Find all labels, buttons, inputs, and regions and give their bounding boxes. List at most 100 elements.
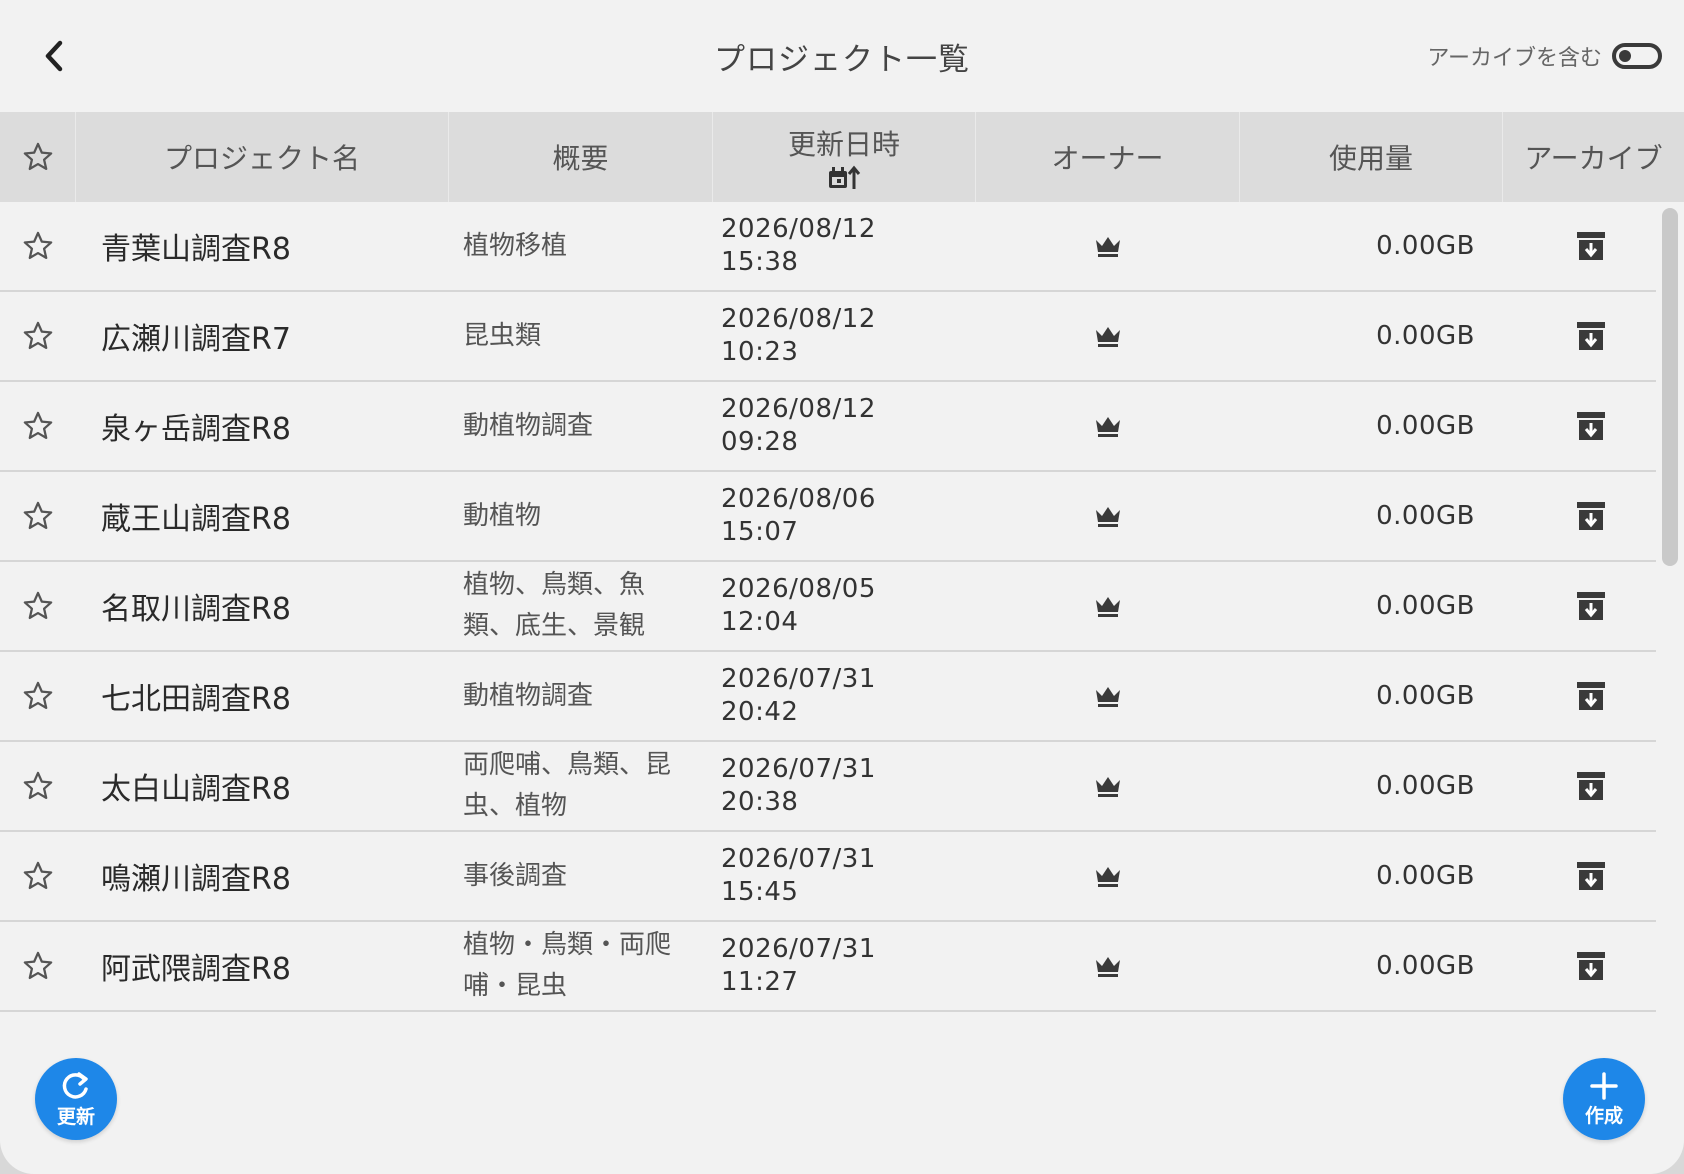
crown-icon [1096, 777, 1120, 797]
plus-icon [1590, 1071, 1618, 1100]
star-outline-icon [23, 681, 53, 710]
project-description: 動植物調査 [463, 410, 594, 441]
column-header-usage[interactable]: 使用量 [1240, 112, 1503, 202]
updated-time: 10:23 [721, 337, 799, 367]
updated-datetime: 2026/08/06 15:07 [713, 471, 976, 561]
column-header-date[interactable]: 更新日時 [713, 112, 976, 202]
updated-date: 2026/08/05 [721, 574, 876, 604]
column-header-date-label: 更新日時 [787, 128, 900, 161]
archive-box-icon [1576, 322, 1605, 350]
star-outline-icon [23, 861, 53, 890]
owner-indicator [976, 921, 1240, 1011]
project-name[interactable]: 蔵王山調査R8 [76, 471, 449, 561]
archive-button[interactable] [1503, 741, 1656, 831]
column-header-archive[interactable]: アーカイブ [1503, 112, 1684, 202]
archive-button[interactable] [1503, 561, 1656, 651]
project-name[interactable]: 青葉山調査R8 [76, 202, 449, 291]
updated-date: 2026/07/31 [721, 844, 876, 874]
updated-datetime: 2026/07/31 15:45 [713, 831, 976, 921]
table-row[interactable]: 七北田調査R8 動植物調査 2026/07/31 20:42 0.00GB [0, 652, 1656, 742]
updated-date: 2026/07/31 [721, 664, 876, 694]
crown-icon [1096, 507, 1120, 527]
project-name[interactable]: 阿武隈調査R8 [76, 921, 449, 1011]
table-row[interactable]: 阿武隈調査R8 植物・鳥類・両爬哺・昆虫 2026/07/31 11:27 0.00GB [0, 922, 1656, 1012]
table-row[interactable]: 蔵王山調査R8 動植物 2026/08/06 15:07 0.00GB [0, 472, 1656, 562]
storage-usage: 0.00GB [1376, 951, 1475, 981]
archive-box-icon [1576, 232, 1605, 260]
storage-usage: 0.00GB [1376, 771, 1475, 801]
storage-usage: 0.00GB [1376, 411, 1475, 441]
storage-usage: 0.00GB [1376, 681, 1475, 711]
updated-time: 15:38 [721, 247, 799, 277]
project-description: 植物移植 [463, 230, 568, 261]
favorite-star-button[interactable] [0, 291, 76, 381]
archive-toggle[interactable] [1612, 43, 1662, 69]
table-row[interactable]: 鳴瀬川調査R8 事後調査 2026/07/31 15:45 0.00GB [0, 832, 1656, 922]
crown-icon [1096, 687, 1120, 707]
favorite-column-header[interactable] [0, 112, 76, 202]
updated-time: 12:04 [721, 607, 799, 637]
updated-datetime: 2026/07/31 20:38 [713, 741, 976, 831]
archive-toggle-label: アーカイブを含む [1427, 46, 1602, 71]
column-header-owner[interactable]: オーナー [976, 112, 1240, 202]
project-description: 動植物 [463, 500, 542, 531]
archive-toggle-group: アーカイブを含む [1427, 38, 1662, 74]
project-name[interactable]: 鳴瀬川調査R8 [76, 831, 449, 921]
table-row[interactable]: 広瀬川調査R7 昆虫類 2026/08/12 10:23 0.00GB [0, 292, 1656, 382]
owner-indicator [976, 651, 1240, 741]
archive-button[interactable] [1503, 471, 1656, 561]
crown-icon [1096, 417, 1120, 437]
project-description: 植物、鳥類、魚類、底生、景観 [463, 570, 646, 641]
owner-indicator [976, 471, 1240, 561]
favorite-star-button[interactable] [0, 202, 76, 291]
refresh-button[interactable]: 更新 [35, 1058, 117, 1140]
favorite-star-button[interactable] [0, 381, 76, 471]
favorite-star-button[interactable] [0, 831, 76, 921]
crown-icon [1096, 327, 1120, 347]
archive-box-icon [1576, 682, 1605, 710]
archive-button[interactable] [1503, 202, 1656, 291]
archive-button[interactable] [1503, 831, 1656, 921]
favorite-star-button[interactable] [0, 921, 76, 1011]
archive-box-icon [1576, 772, 1605, 800]
table-row[interactable]: 青葉山調査R8 植物移植 2026/08/12 15:38 0.00GB [0, 202, 1656, 292]
top-bar: プロジェクト一覧 アーカイブを含む [0, 0, 1684, 112]
project-description: 動植物調査 [463, 680, 594, 711]
updated-datetime: 2026/08/05 12:04 [713, 561, 976, 651]
updated-date: 2026/08/12 [721, 304, 876, 334]
storage-usage: 0.00GB [1376, 861, 1475, 891]
vertical-scrollbar[interactable] [1662, 208, 1678, 566]
favorite-star-button[interactable] [0, 651, 76, 741]
create-button[interactable]: 作成 [1563, 1058, 1645, 1140]
updated-datetime: 2026/07/31 11:27 [713, 921, 976, 1011]
updated-date: 2026/08/06 [721, 484, 876, 514]
project-name[interactable]: 七北田調査R8 [76, 651, 449, 741]
project-name[interactable]: 名取川調査R8 [76, 561, 449, 651]
table-row[interactable]: 泉ヶ岳調査R8 動植物調査 2026/08/12 09:28 0.00GB [0, 382, 1656, 472]
archive-button[interactable] [1503, 921, 1656, 1011]
updated-time: 09:28 [721, 427, 799, 457]
column-header-name[interactable]: プロジェクト名 [76, 112, 449, 202]
archive-box-icon [1576, 952, 1605, 980]
project-name[interactable]: 太白山調査R8 [76, 741, 449, 831]
updated-datetime: 2026/08/12 10:23 [713, 291, 976, 381]
star-outline-icon [23, 321, 53, 350]
owner-indicator [976, 291, 1240, 381]
archive-button[interactable] [1503, 381, 1656, 471]
archive-button[interactable] [1503, 651, 1656, 741]
favorite-star-button[interactable] [0, 471, 76, 561]
favorite-star-button[interactable] [0, 561, 76, 651]
project-name[interactable]: 広瀬川調査R7 [76, 291, 449, 381]
column-header-desc[interactable]: 概要 [449, 112, 713, 202]
table-row[interactable]: 太白山調査R8 両爬哺、鳥類、昆虫、植物 2026/07/31 20:38 0.00GB [0, 742, 1656, 832]
project-name[interactable]: 泉ヶ岳調査R8 [76, 381, 449, 471]
favorite-star-button[interactable] [0, 741, 76, 831]
updated-date: 2026/08/12 [721, 214, 876, 244]
project-description: 植物・鳥類・両爬哺・昆虫 [463, 930, 672, 1001]
updated-time: 15:45 [721, 877, 799, 907]
archive-button[interactable] [1503, 291, 1656, 381]
table-row[interactable]: 名取川調査R8 植物、鳥類、魚類、底生、景観 2026/08/05 12:04 0.00… [0, 562, 1656, 652]
project-description: 事後調査 [463, 860, 568, 891]
star-outline-icon [23, 951, 53, 980]
owner-indicator [976, 381, 1240, 471]
